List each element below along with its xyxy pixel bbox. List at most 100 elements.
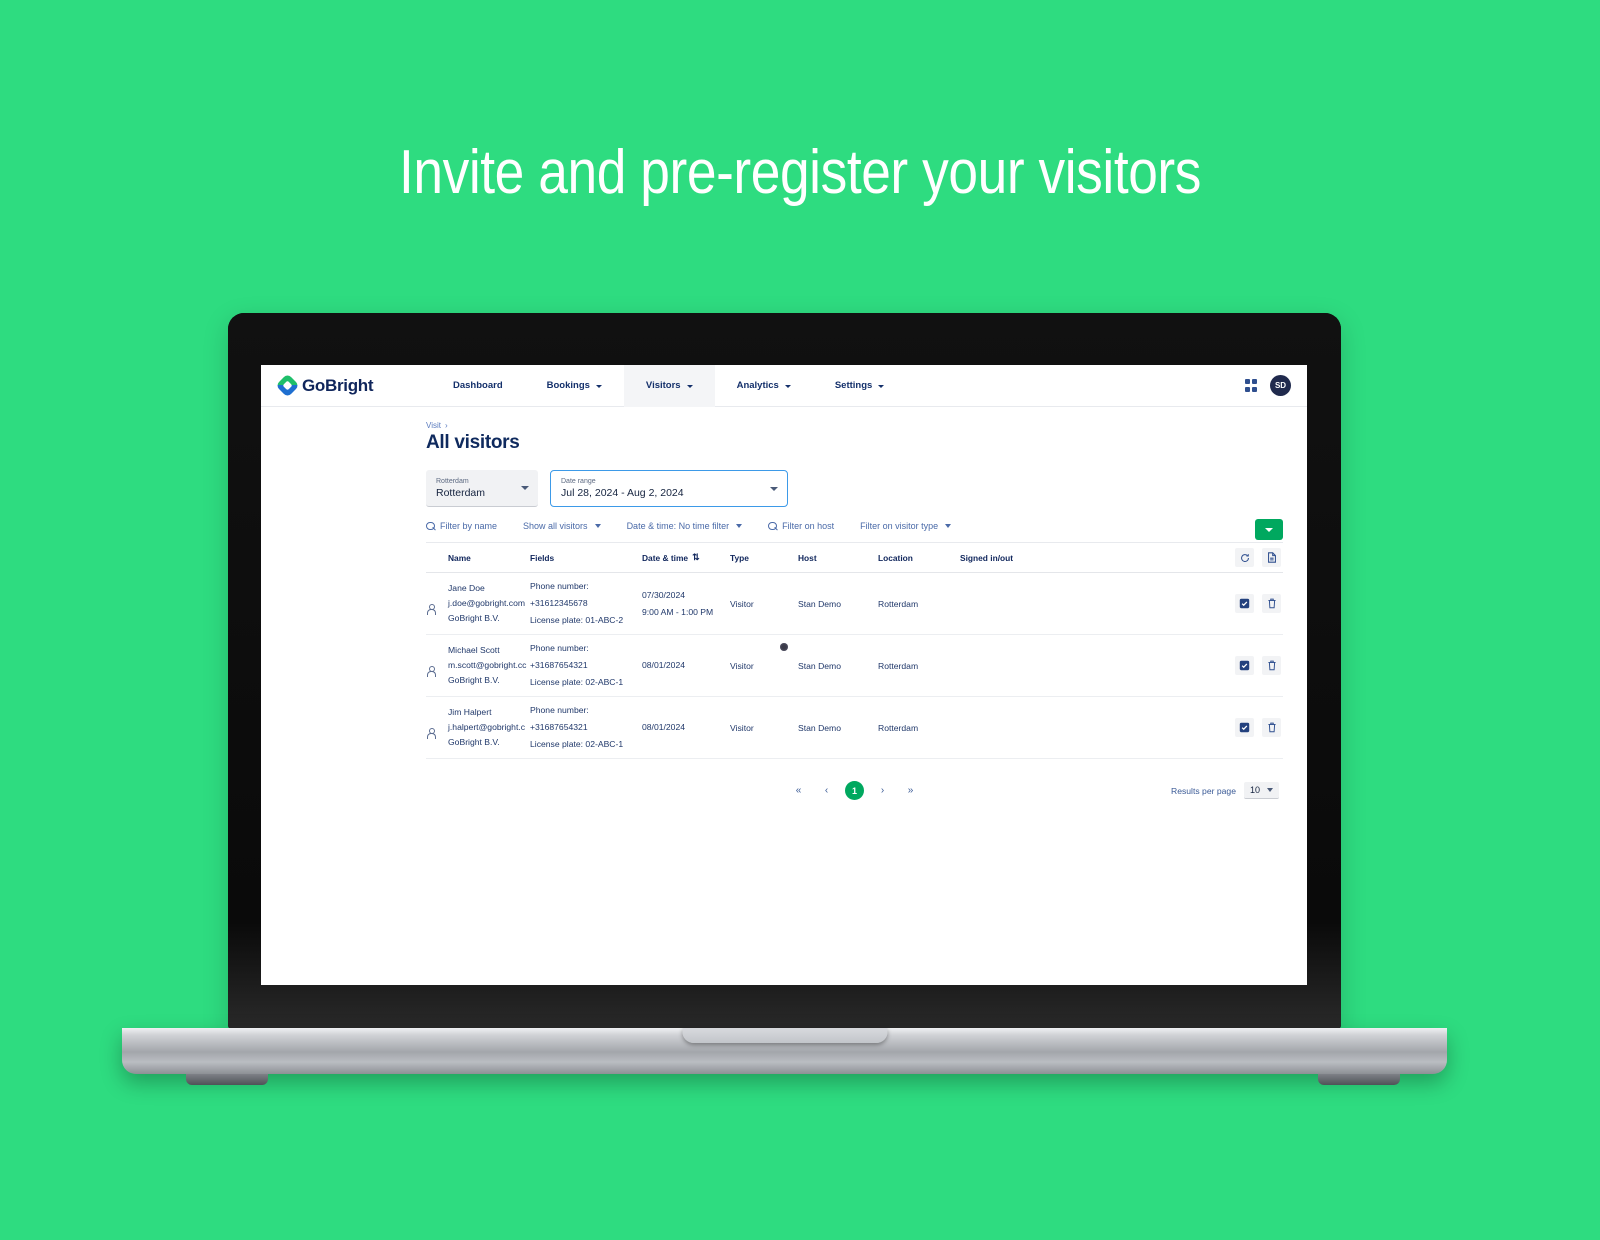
cell-location: Rotterdam xyxy=(878,660,919,671)
cell-fields: Phone number: +31612345678 License plate… xyxy=(530,578,642,629)
chevron-down-icon xyxy=(521,486,529,490)
column-header-location[interactable]: Location xyxy=(878,553,960,563)
breadcrumb[interactable]: Visit › xyxy=(426,421,1283,430)
visit-date: 08/01/2024 xyxy=(642,722,686,732)
show-all-visitors-select[interactable]: Show all visitors xyxy=(523,521,601,531)
pagination-next-button[interactable]: › xyxy=(873,781,892,800)
nav-item-dashboard[interactable]: Dashboard xyxy=(439,365,525,407)
results-per-page: Results per page 10 xyxy=(1171,782,1279,799)
cell-type: Visitor xyxy=(730,660,754,671)
column-header-type[interactable]: Type xyxy=(730,553,798,563)
cell-location: Rotterdam xyxy=(878,722,919,733)
laptop-screen: GoBright Dashboard Bookings Visitors Ana… xyxy=(261,365,1307,985)
visitor-phone: Phone number: +31687654321 xyxy=(530,705,589,732)
pagination-page-1[interactable]: 1 xyxy=(845,781,864,800)
table-row[interactable]: Jim Halpert j.halpert@gobright.c GoBrigh… xyxy=(426,697,1283,759)
nav-item-analytics[interactable]: Analytics xyxy=(715,365,813,407)
nav-item-dashboard-label: Dashboard xyxy=(453,380,503,391)
export-button[interactable] xyxy=(1262,548,1281,567)
column-header-name[interactable]: Name xyxy=(448,553,530,563)
filter-by-name-input[interactable]: Filter by name xyxy=(426,521,497,531)
sign-in-checkbox-button[interactable] xyxy=(1235,718,1254,737)
column-header-signed-in-out[interactable]: Signed in/out xyxy=(960,553,1100,563)
visitor-name: Jane Doe xyxy=(448,583,485,593)
nav-item-bookings[interactable]: Bookings xyxy=(525,365,624,407)
date-range-select[interactable]: Date range Jul 28, 2024 - Aug 2, 2024 xyxy=(550,470,788,507)
results-per-page-select[interactable]: 10 xyxy=(1243,782,1279,799)
datetime-filter-select[interactable]: Date & time: No time filter xyxy=(627,521,743,531)
visitor-company: GoBright B.V. xyxy=(448,675,500,685)
visitor-name: Michael Scott xyxy=(448,645,500,655)
chevron-down-icon xyxy=(945,524,952,528)
filter-on-visitor-type-label: Filter on visitor type xyxy=(860,521,939,531)
table-row[interactable]: Michael Scott m.scott@gobright.cc GoBrig… xyxy=(426,635,1283,697)
chevron-down-icon xyxy=(1267,788,1273,792)
chevron-down-icon xyxy=(595,384,602,388)
nav-item-settings-label: Settings xyxy=(834,380,873,391)
chevron-down-icon xyxy=(1265,527,1273,532)
cell-datetime: 08/01/2024 xyxy=(642,657,730,674)
visitor-phone: Phone number: +31687654321 xyxy=(530,643,589,670)
nav-item-settings[interactable]: Settings xyxy=(813,365,906,407)
row-actions xyxy=(1100,718,1283,737)
visitor-license-plate: License plate: 02-ABC-1 xyxy=(530,739,624,749)
date-range-label: Date range xyxy=(561,478,596,485)
column-header-datetime-label: Date & time xyxy=(642,552,689,563)
sign-in-checkbox-button[interactable] xyxy=(1235,594,1254,613)
app-header: GoBright Dashboard Bookings Visitors Ana… xyxy=(261,365,1307,407)
refresh-button[interactable] xyxy=(1235,548,1254,567)
column-header-fields[interactable]: Fields xyxy=(530,553,642,563)
visitor-license-plate: License plate: 02-ABC-1 xyxy=(530,677,624,687)
apps-grid-icon[interactable] xyxy=(1244,379,1257,392)
location-select-value: Rotterdam xyxy=(436,486,486,499)
visitor-license-plate: License plate: 01-ABC-2 xyxy=(530,615,624,625)
location-select-label: Rotterdam xyxy=(436,477,469,485)
cell-datetime: 08/01/2024 xyxy=(642,719,730,736)
cell-fields: Phone number: +31687654321 License plate… xyxy=(530,702,642,753)
search-icon xyxy=(426,521,435,531)
header-actions: SD xyxy=(1244,375,1291,396)
row-actions xyxy=(1100,594,1283,613)
sign-in-checkbox-button[interactable] xyxy=(1235,656,1254,675)
cell-datetime: 07/30/2024 9:00 AM - 1:00 PM xyxy=(642,587,730,621)
filter-on-host-input[interactable]: Filter on host xyxy=(768,521,834,531)
actions-dropdown-button[interactable] xyxy=(1255,519,1283,540)
visitor-email: j.doe@gobright.com xyxy=(448,598,526,608)
search-icon xyxy=(768,521,777,531)
visitor-company: GoBright B.V. xyxy=(448,613,500,623)
delete-button[interactable] xyxy=(1262,656,1281,675)
column-header-datetime[interactable]: Date & time ⇅ xyxy=(642,552,730,563)
cell-fields: Phone number: +31687654321 License plate… xyxy=(530,640,642,691)
results-per-page-value: 10 xyxy=(1249,785,1260,795)
table-row[interactable]: Jane Doe j.doe@gobright.com GoBright B.V… xyxy=(426,573,1283,635)
visitor-phone: Phone number: +31612345678 xyxy=(530,581,589,608)
visitor-name: Jim Halpert xyxy=(448,707,492,717)
gobright-logo[interactable]: GoBright xyxy=(275,373,439,398)
pagination-first-button[interactable]: « xyxy=(789,781,808,800)
column-header-host[interactable]: Host xyxy=(798,553,878,563)
filter-on-visitor-type-select[interactable]: Filter on visitor type xyxy=(860,521,952,531)
cell-host: Stan Demo xyxy=(798,722,841,733)
laptop-foot-left xyxy=(186,1074,268,1085)
visitor-company: GoBright B.V. xyxy=(448,737,500,747)
visit-date: 08/01/2024 xyxy=(642,660,686,670)
nav-item-visitors[interactable]: Visitors xyxy=(623,365,715,407)
visit-date: 07/30/2024 xyxy=(642,589,686,600)
chevron-down-icon xyxy=(770,486,778,491)
page-content: Visit › All visitors Rotterdam Rotterdam… xyxy=(261,407,1307,810)
location-select[interactable]: Rotterdam Rotterdam xyxy=(426,470,538,507)
table-header-actions xyxy=(1100,548,1283,567)
results-per-page-label: Results per page xyxy=(1171,785,1236,796)
datetime-filter-label: Date & time: No time filter xyxy=(626,521,730,531)
visitor-email: m.scott@gobright.cc xyxy=(448,660,527,670)
cell-name: Jane Doe j.doe@gobright.com GoBright B.V… xyxy=(448,581,530,626)
pagination-last-button[interactable]: » xyxy=(901,781,920,800)
pagination-prev-button[interactable]: ‹ xyxy=(817,781,836,800)
avatar[interactable]: SD xyxy=(1270,375,1291,396)
delete-button[interactable] xyxy=(1262,718,1281,737)
breadcrumb-item-visit[interactable]: Visit xyxy=(426,421,441,430)
delete-button[interactable] xyxy=(1262,594,1281,613)
laptop-foot-right xyxy=(1318,1074,1400,1085)
filter-on-host-label: Filter on host xyxy=(782,521,835,531)
main-navigation: Dashboard Bookings Visitors Analytics Se… xyxy=(439,365,1245,407)
